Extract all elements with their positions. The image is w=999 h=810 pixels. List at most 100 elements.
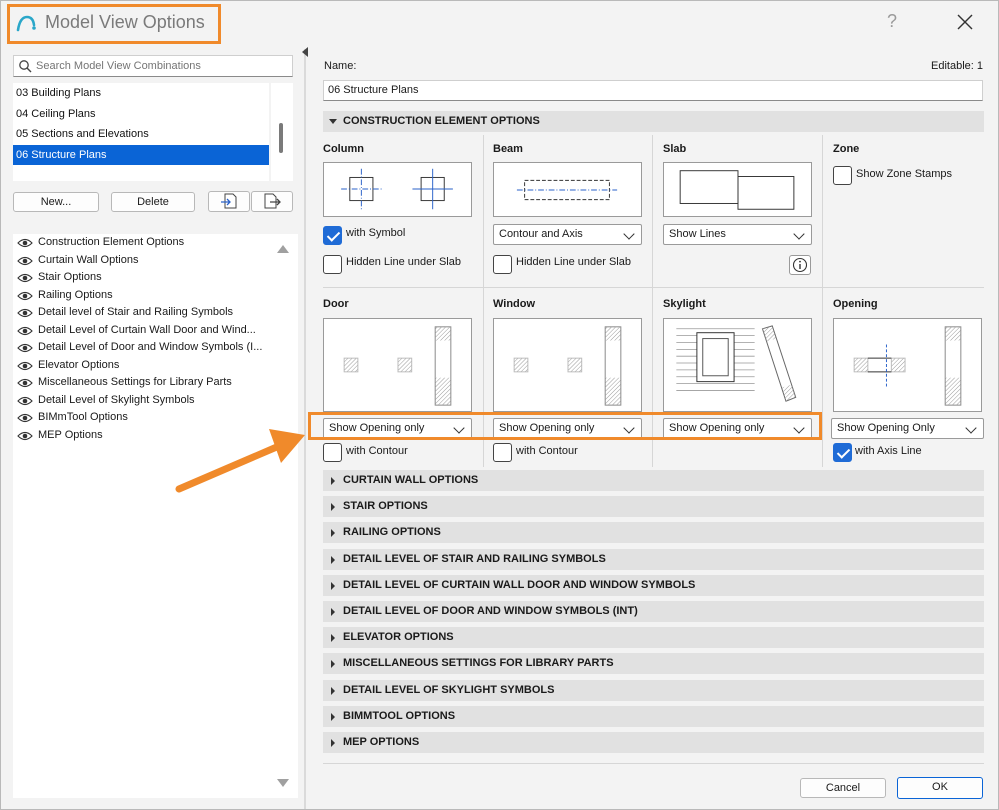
opening-dropdown-value: Show Opening Only — [837, 422, 935, 434]
section-label: BIMMTOOL OPTIONS — [343, 709, 456, 722]
show-zone-stamps-checkbox[interactable] — [833, 166, 852, 185]
combination-item[interactable]: 05 Sections and Elevations — [13, 124, 269, 145]
with-axis-line-checkbox[interactable] — [833, 443, 852, 462]
section-label: CURTAIN WALL OPTIONS — [343, 474, 479, 486]
beam-display-dropdown[interactable]: Contour and Axis — [493, 224, 642, 245]
section-header[interactable]: CURTAIN WALL OPTIONS — [323, 470, 984, 491]
combination-item[interactable]: 06 Structure Plans — [13, 144, 269, 165]
chevron-down-icon — [623, 228, 635, 240]
opening-display-dropdown[interactable]: Show Opening Only — [831, 418, 984, 439]
scroll-down-arrow-icon[interactable] — [277, 779, 289, 787]
option-set-label: MEP Options — [38, 428, 103, 441]
option-set-item[interactable]: Elevator Options — [13, 357, 298, 375]
grid-divider — [822, 135, 823, 467]
door-with-contour-checkbox[interactable] — [323, 443, 342, 462]
option-set-item[interactable]: Railing Options — [13, 287, 298, 305]
option-set-label: Miscellaneous Settings for Library Parts — [38, 376, 232, 388]
model-view-options-dialog: Model View Options ? 03 Building Plans04… — [0, 0, 999, 810]
export-button[interactable] — [251, 191, 293, 212]
slab-info-button[interactable] — [789, 255, 811, 275]
with-symbol-checkbox[interactable] — [323, 226, 342, 245]
column-title: Column — [323, 143, 364, 155]
annotation-arrow-icon — [175, 429, 305, 493]
combination-item[interactable]: 04 Ceiling Plans — [13, 104, 269, 125]
option-set-item[interactable]: Detail Level of Door and Window Symbols … — [13, 339, 298, 357]
window-title: Model View Options — [45, 12, 205, 32]
scrollbar-thumb[interactable] — [279, 123, 283, 153]
footer-divider — [323, 763, 984, 764]
eye-icon[interactable] — [17, 291, 33, 301]
archicad-logo-icon — [16, 15, 36, 32]
combination-list-scrollbar[interactable] — [271, 83, 293, 181]
option-set-item[interactable]: Curtain Wall Options — [13, 252, 298, 270]
slab-title: Slab — [663, 143, 687, 155]
eye-icon[interactable] — [17, 396, 33, 406]
column-hidden-line-label: Hidden Line under Slab — [346, 256, 461, 268]
section-header[interactable]: DETAIL LEVEL OF DOOR AND WINDOW SYMBOLS … — [323, 601, 984, 622]
name-field[interactable]: 06 Structure Plans — [323, 80, 983, 101]
eye-icon[interactable] — [17, 343, 33, 353]
column-preview — [323, 162, 472, 217]
eye-icon[interactable] — [17, 326, 33, 336]
section-header[interactable]: DETAIL LEVEL OF CURTAIN WALL DOOR AND WI… — [323, 574, 984, 596]
search-icon — [19, 60, 32, 73]
section-header[interactable]: DETAIL LEVEL OF STAIR AND RAILING SYMBOL… — [323, 548, 984, 570]
option-set-label: BIMmTool Options — [38, 411, 128, 423]
eye-icon[interactable] — [17, 361, 33, 371]
import-button[interactable] — [208, 191, 250, 212]
section-header[interactable]: ELEVATOR OPTIONS — [323, 627, 984, 649]
eye-icon[interactable] — [17, 378, 33, 388]
option-set-item[interactable]: Detail level of Stair and Railing Symbol… — [13, 304, 298, 322]
collapsed-triangle-icon — [331, 712, 335, 721]
option-set-item[interactable]: Detail Level of Curtain Wall Door and Wi… — [13, 322, 298, 340]
beam-dropdown-value: Contour and Axis — [499, 228, 583, 240]
collapse-panel-arrow-icon[interactable] — [302, 47, 308, 57]
scroll-up-arrow-icon[interactable] — [277, 245, 289, 253]
search-input[interactable] — [36, 58, 288, 74]
section-header[interactable]: DETAIL LEVEL OF SKYLIGHT SYMBOLS — [323, 679, 984, 701]
section-construction-element-options[interactable]: CONSTRUCTION ELEMENT OPTIONS — [323, 111, 984, 132]
new-button[interactable]: New... — [13, 192, 99, 212]
option-set-label: Curtain Wall Options — [38, 253, 139, 266]
eye-icon[interactable] — [17, 273, 33, 283]
door-with-contour-label: with Contour — [346, 445, 408, 457]
ok-button[interactable]: OK — [897, 777, 983, 799]
with-symbol-label: with Symbol — [346, 227, 406, 239]
eye-icon[interactable] — [17, 256, 33, 266]
window-with-contour-checkbox[interactable] — [493, 443, 512, 462]
cancel-button[interactable]: Cancel — [800, 778, 886, 798]
eye-icon[interactable] — [17, 413, 33, 423]
option-set-label: Railing Options — [38, 288, 113, 301]
collapsed-triangle-icon — [331, 581, 335, 590]
eye-icon[interactable] — [17, 431, 33, 441]
slab-display-dropdown[interactable]: Show Lines — [663, 224, 812, 245]
door-preview — [323, 318, 472, 412]
eye-icon[interactable] — [17, 238, 33, 248]
collapsed-triangle-icon — [331, 686, 335, 695]
beam-hidden-line-label: Hidden Line under Slab — [516, 256, 631, 268]
section-header[interactable]: MISCELLANEOUS SETTINGS FOR LIBRARY PARTS — [323, 653, 984, 675]
close-icon[interactable] — [953, 10, 977, 34]
help-button[interactable]: ? — [887, 11, 897, 32]
section-label: STAIR OPTIONS — [343, 500, 428, 513]
section-label: CONSTRUCTION ELEMENT OPTIONS — [343, 115, 540, 127]
section-label: MISCELLANEOUS SETTINGS FOR LIBRARY PARTS — [343, 657, 614, 670]
option-set-item[interactable]: Construction Element Options — [13, 234, 298, 252]
delete-button[interactable]: Delete — [111, 192, 195, 212]
combination-item[interactable]: 03 Building Plans — [13, 83, 269, 104]
option-set-item[interactable]: Detail Level of Skylight Symbols — [13, 392, 298, 410]
beam-title: Beam — [493, 143, 523, 155]
section-header[interactable]: BIMMTOOL OPTIONS — [323, 705, 984, 727]
option-set-item[interactable]: Stair Options — [13, 269, 298, 287]
section-header[interactable]: STAIR OPTIONS — [323, 496, 984, 518]
eye-icon[interactable] — [17, 308, 33, 318]
grid-divider — [323, 287, 984, 288]
section-header[interactable]: MEP OPTIONS — [323, 732, 984, 753]
column-hidden-line-checkbox[interactable] — [323, 255, 342, 274]
collapsed-triangle-icon — [331, 608, 335, 616]
collapsed-triangle-icon — [331, 529, 335, 538]
beam-hidden-line-checkbox[interactable] — [493, 255, 512, 274]
option-set-item[interactable]: Miscellaneous Settings for Library Parts — [13, 374, 298, 392]
expanded-triangle-icon — [329, 119, 337, 124]
section-header[interactable]: RAILING OPTIONS — [323, 522, 984, 544]
